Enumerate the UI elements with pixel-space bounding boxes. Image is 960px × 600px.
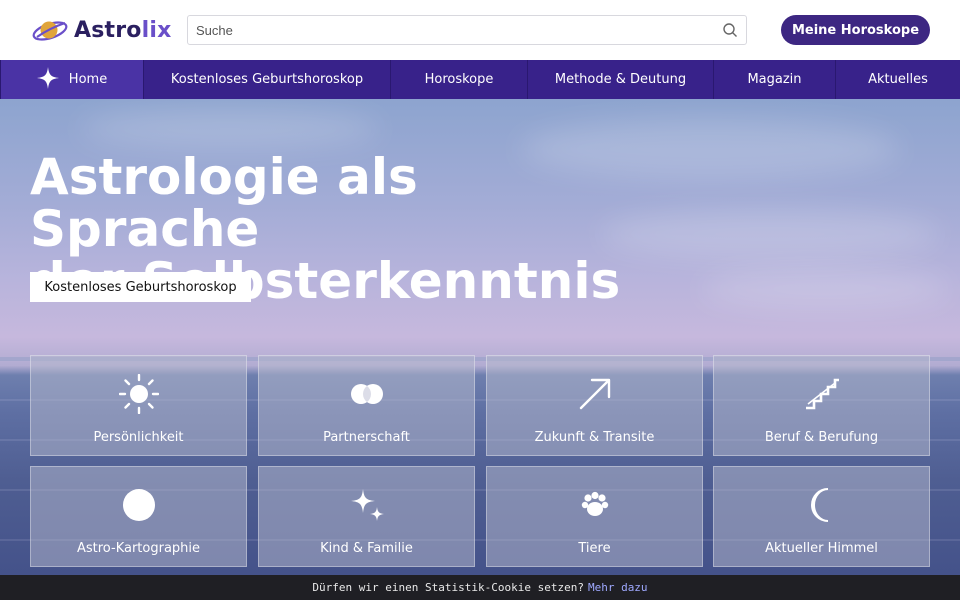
globe-icon (119, 485, 159, 525)
brand-name: Astrolix (74, 17, 172, 43)
main-nav: Home Kostenloses Geburtshoroskop Horosko… (0, 60, 960, 99)
cloud (80, 109, 380, 149)
nav-item-horoscopes[interactable]: Horoskope (391, 60, 528, 99)
paw-icon (575, 485, 615, 525)
tile-future-transits[interactable]: Zukunft & Transite (486, 355, 703, 456)
search-input[interactable] (188, 16, 708, 44)
cloud (600, 209, 940, 259)
tile-current-sky[interactable]: Aktueller Himmel (713, 466, 930, 567)
topic-grid: Persönlichkeit Partnerschaft Zukunft & T… (30, 355, 930, 567)
arrow-up-right-icon (575, 374, 615, 414)
free-birth-chart-button[interactable]: Kostenloses Geburtshoroskop (30, 272, 251, 302)
rings-icon (347, 374, 387, 414)
moon-icon (802, 485, 842, 525)
tile-partnership[interactable]: Partnerschaft (258, 355, 475, 456)
site-header: Astrolix Meine Horoskope (0, 0, 960, 60)
nav-item-magazine[interactable]: Magazin (714, 60, 836, 99)
tile-career[interactable]: Beruf & Berufung (713, 355, 930, 456)
search-box[interactable] (187, 15, 747, 45)
nav-item-method[interactable]: Methode & Deutung (528, 60, 714, 99)
tile-astro-cartography[interactable]: Astro-Kartographie (30, 466, 247, 567)
cloud (700, 269, 950, 309)
nav-item-news[interactable]: Aktuelles (836, 60, 960, 99)
sparkles-icon (347, 485, 387, 525)
cookie-more-link[interactable]: Mehr dazu (588, 581, 648, 594)
tile-animals[interactable]: Tiere (486, 466, 703, 567)
star-icon (36, 66, 59, 93)
search-icon[interactable] (722, 22, 738, 38)
tile-personality[interactable]: Persönlichkeit (30, 355, 247, 456)
sun-icon (118, 374, 159, 414)
nav-item-free-birth-chart[interactable]: Kostenloses Geburtshoroskop (144, 60, 391, 99)
hero-section: Astrologie als Sprache der Selbsterkenntn… (0, 99, 960, 575)
logo[interactable]: Astrolix (32, 16, 171, 44)
nav-item-home[interactable]: Home (0, 60, 144, 99)
tile-child-family[interactable]: Kind & Familie (258, 466, 475, 567)
stairs-icon (802, 374, 842, 414)
cookie-banner: Dürfen wir einen Statistik-Cookie setzen… (0, 575, 960, 600)
planet-logo-icon (32, 16, 68, 44)
my-horoscopes-button[interactable]: Meine Horoskope (781, 15, 930, 45)
cookie-text: Dürfen wir einen Statistik-Cookie setzen… (312, 581, 584, 594)
